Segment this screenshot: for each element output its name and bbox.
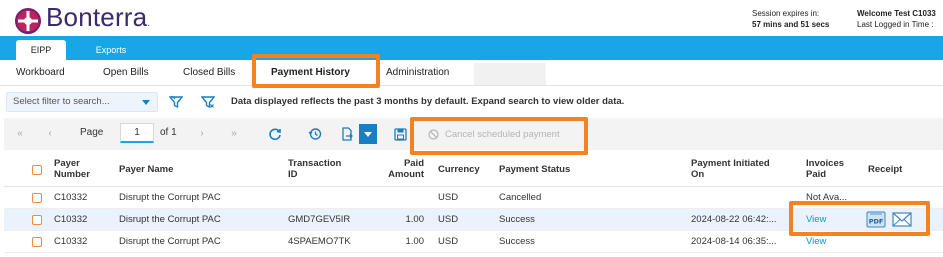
export-split-button[interactable] — [335, 124, 377, 144]
session-remaining: 57 mins and 51 secs — [752, 20, 830, 29]
chevron-down-icon — [364, 131, 372, 137]
cell-payer-number: C10332 — [54, 214, 88, 225]
export-icon[interactable] — [335, 124, 359, 144]
page-label: Page — [80, 127, 104, 138]
cell-transaction-id: 4SPAEMO7TK — [288, 236, 351, 247]
save-icon[interactable] — [390, 124, 410, 144]
col-payer-number[interactable]: Payer Number — [54, 158, 90, 180]
cell-payment-status: Success — [499, 236, 535, 247]
filter-info-message: Data displayed reflects the past 3 month… — [231, 96, 625, 107]
cell-payment-status: Cancelled — [499, 192, 542, 203]
row-checkbox[interactable] — [32, 193, 42, 203]
grid-toolbar: « ‹ Page 1 of 1 › » Cancel scheduled pay… — [4, 118, 943, 150]
tab-exports[interactable]: Exports — [82, 40, 140, 60]
view-invoices-link[interactable]: View — [806, 231, 826, 253]
cell-payer-name: Disrupt the Corrupt PAC — [119, 192, 221, 203]
cell-payer-number: C10332 — [54, 192, 88, 203]
session-label: Session expires in: — [752, 9, 820, 18]
page-count: of 1 — [160, 127, 177, 138]
subtab-payment-history[interactable]: Payment History — [271, 60, 350, 86]
history-icon[interactable] — [305, 124, 325, 144]
select-all-checkbox[interactable] — [32, 165, 42, 175]
first-page-button[interactable]: « — [10, 125, 30, 143]
top-tab-bar: EIPP Exports — [0, 36, 943, 60]
cell-currency: USD — [438, 236, 459, 247]
bonterra-logo-icon — [14, 7, 42, 35]
session-timer: Session expires in: 57 mins and 51 secs — [752, 8, 829, 30]
last-login-text: Last Logged in Time : — [857, 20, 934, 29]
welcome-text: Welcome Test C1033 — [857, 9, 936, 18]
brand-logo[interactable]: Bonterra. — [14, 3, 150, 38]
chevron-down-icon — [142, 100, 150, 105]
cell-payment-initiated: 2024-08-14 06:35:... — [691, 236, 777, 247]
receipt-actions: PDF — [866, 211, 912, 233]
tab-eipp[interactable]: EIPP — [16, 40, 66, 60]
last-page-button[interactable]: » — [224, 125, 244, 143]
col-receipt[interactable]: Receipt — [868, 164, 902, 175]
cell-invoices-paid: Not Ava... — [806, 192, 848, 203]
subtab-closed-bills[interactable]: Closed Bills — [183, 60, 235, 86]
filter-placeholder: Select filter to search... — [13, 96, 110, 107]
col-payment-status[interactable]: Payment Status — [499, 164, 570, 175]
col-invoices-paid[interactable]: Invoices Paid — [806, 158, 844, 180]
filter-icon[interactable] — [166, 92, 186, 112]
subtab-administration[interactable]: Administration — [386, 60, 449, 86]
filter-clear-icon[interactable] — [198, 92, 218, 112]
row-checkbox[interactable] — [32, 215, 42, 225]
view-invoices-link[interactable]: View — [806, 209, 826, 231]
col-paid-amount[interactable]: Paid Amount — [376, 158, 424, 180]
table-row[interactable]: C10332 Disrupt the Corrupt PAC USD Cance… — [4, 187, 943, 209]
export-dropdown-button[interactable] — [359, 124, 377, 144]
cell-transaction-id: GMD7GEV5IR — [288, 214, 351, 225]
cell-paid-amount: 1.00 — [405, 236, 425, 247]
col-payment-initiated[interactable]: Payment Initiated On — [691, 158, 770, 180]
subtab-placeholder — [474, 63, 546, 85]
prev-page-button[interactable]: ‹ — [40, 125, 60, 143]
col-currency[interactable]: Currency — [438, 164, 480, 175]
sub-tab-bar: Workboard Open Bills Closed Bills Paymen… — [0, 60, 943, 86]
pdf-icon[interactable]: PDF — [866, 211, 886, 233]
user-welcome: Welcome Test C1033 Last Logged in Time : — [857, 8, 936, 30]
col-payer-name[interactable]: Payer Name — [119, 164, 173, 175]
cell-payment-initiated: 2024-08-22 06:42:... — [691, 214, 777, 225]
ban-icon — [428, 128, 439, 140]
next-page-button[interactable]: › — [192, 125, 212, 143]
cell-payment-status: Success — [499, 214, 535, 225]
svg-text:PDF: PDF — [869, 218, 884, 226]
cell-paid-amount: 1.00 — [405, 214, 425, 225]
table-header: Payer Number Payer Name Transaction ID Pai… — [4, 152, 943, 187]
page-number-input[interactable]: 1 — [120, 123, 154, 143]
cell-currency: USD — [438, 192, 459, 203]
subtab-workboard[interactable]: Workboard — [16, 60, 65, 86]
app-header: Bonterra. Session expires in: 57 mins an… — [0, 0, 943, 36]
table-row[interactable]: C10332 Disrupt the Corrupt PAC GMD7GEV5I… — [4, 209, 943, 231]
cancel-scheduled-payment-label: Cancel scheduled payment — [445, 128, 560, 140]
cell-payer-name: Disrupt the Corrupt PAC — [119, 236, 221, 247]
filter-row: Select filter to search... Data displaye… — [0, 88, 943, 116]
cell-currency: USD — [438, 214, 459, 225]
cell-payer-name: Disrupt the Corrupt PAC — [119, 214, 221, 225]
col-transaction-id[interactable]: Transaction ID — [288, 158, 341, 180]
brand-name: Bonterra. — [46, 2, 151, 32]
cell-payer-number: C10332 — [54, 236, 88, 247]
filter-select[interactable]: Select filter to search... — [6, 92, 158, 112]
envelope-icon[interactable] — [892, 211, 912, 233]
refresh-icon[interactable] — [265, 124, 285, 144]
cancel-scheduled-payment-button[interactable]: Cancel scheduled payment — [422, 124, 582, 144]
table-row[interactable]: C10332 Disrupt the Corrupt PAC 4SPAEMO7T… — [4, 231, 943, 253]
subtab-open-bills[interactable]: Open Bills — [103, 60, 149, 86]
row-checkbox[interactable] — [32, 237, 42, 247]
